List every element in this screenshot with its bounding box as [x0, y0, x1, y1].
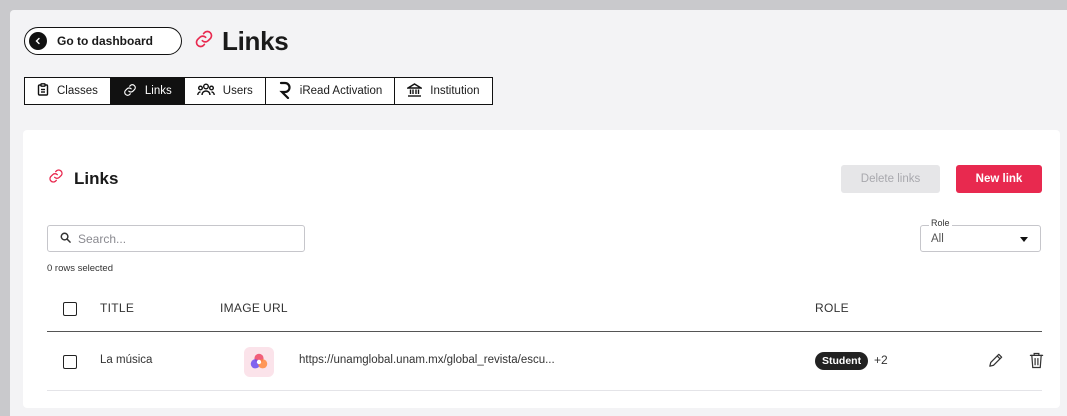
- section-tabs: Classes Links Users iRead Activation Ins…: [24, 77, 493, 105]
- role-more-count: +2: [874, 353, 888, 367]
- table-header: TITLE IMAGE URL ROLE: [47, 290, 1042, 332]
- card-title-text: Links: [74, 168, 119, 188]
- select-all-checkbox[interactable]: [63, 302, 77, 316]
- tab-users-label: Users: [222, 85, 253, 97]
- links-card: Links Delete links New link Role All 0 r…: [23, 130, 1060, 408]
- row-url-link[interactable]: https://unamglobal.unam.mx/global_revist…: [299, 354, 555, 366]
- search-icon: [60, 230, 71, 248]
- column-header-image: IMAGE: [220, 301, 261, 315]
- tab-links-label: Links: [144, 85, 172, 97]
- table-row: La música https://unamglobal.unam.mx/glo…: [47, 333, 1044, 391]
- tab-institution[interactable]: Institution: [395, 78, 491, 104]
- search-input[interactable]: [78, 231, 278, 246]
- users-icon: [196, 83, 215, 99]
- tab-institution-label: Institution: [430, 85, 480, 97]
- clipboard-icon: [37, 83, 49, 99]
- page-title-text: Links: [222, 26, 289, 56]
- go-to-dashboard-button[interactable]: Go to dashboard: [24, 27, 182, 55]
- row-title: La música: [100, 354, 153, 366]
- card-title: Links: [48, 168, 118, 189]
- link-icon: [194, 29, 214, 54]
- caret-down-icon: [1020, 237, 1028, 242]
- role-select-value: All: [931, 233, 944, 245]
- tab-iread-activation[interactable]: iRead Activation: [266, 78, 396, 104]
- edit-pencil-icon[interactable]: [987, 352, 1004, 374]
- tab-iread-activation-label: iRead Activation: [299, 85, 383, 97]
- link-icon: [123, 83, 137, 100]
- tab-users[interactable]: Users: [185, 78, 266, 104]
- link-icon: [48, 168, 64, 189]
- tab-links[interactable]: Links: [110, 78, 185, 104]
- row-checkbox[interactable]: [63, 355, 77, 369]
- delete-trash-icon[interactable]: [1029, 352, 1044, 374]
- row-image-thumbnail: [244, 347, 274, 377]
- institution-icon: [405, 82, 424, 100]
- role-select[interactable]: Role All: [920, 218, 1041, 252]
- arrow-left-icon: [29, 32, 47, 50]
- swirl-logo-icon: [250, 353, 268, 369]
- column-header-role: ROLE: [815, 301, 849, 315]
- search-field: [47, 225, 305, 252]
- app-frame: Go to dashboard Links Classes Links User…: [10, 10, 1067, 416]
- role-badge: Student: [815, 352, 869, 370]
- role-select-label: Role: [929, 218, 952, 228]
- iread-logo-icon: [278, 81, 292, 102]
- delete-links-button[interactable]: Delete links: [841, 165, 940, 193]
- tab-classes[interactable]: Classes: [25, 78, 111, 104]
- page-title: Links: [194, 26, 289, 57]
- new-link-button[interactable]: New link: [956, 165, 1042, 193]
- column-header-url: URL: [263, 301, 288, 315]
- column-header-title: TITLE: [100, 301, 135, 315]
- rows-selected-count: 0 rows selected: [47, 263, 114, 274]
- tab-classes-label: Classes: [57, 85, 98, 97]
- go-to-dashboard-label: Go to dashboard: [57, 34, 153, 48]
